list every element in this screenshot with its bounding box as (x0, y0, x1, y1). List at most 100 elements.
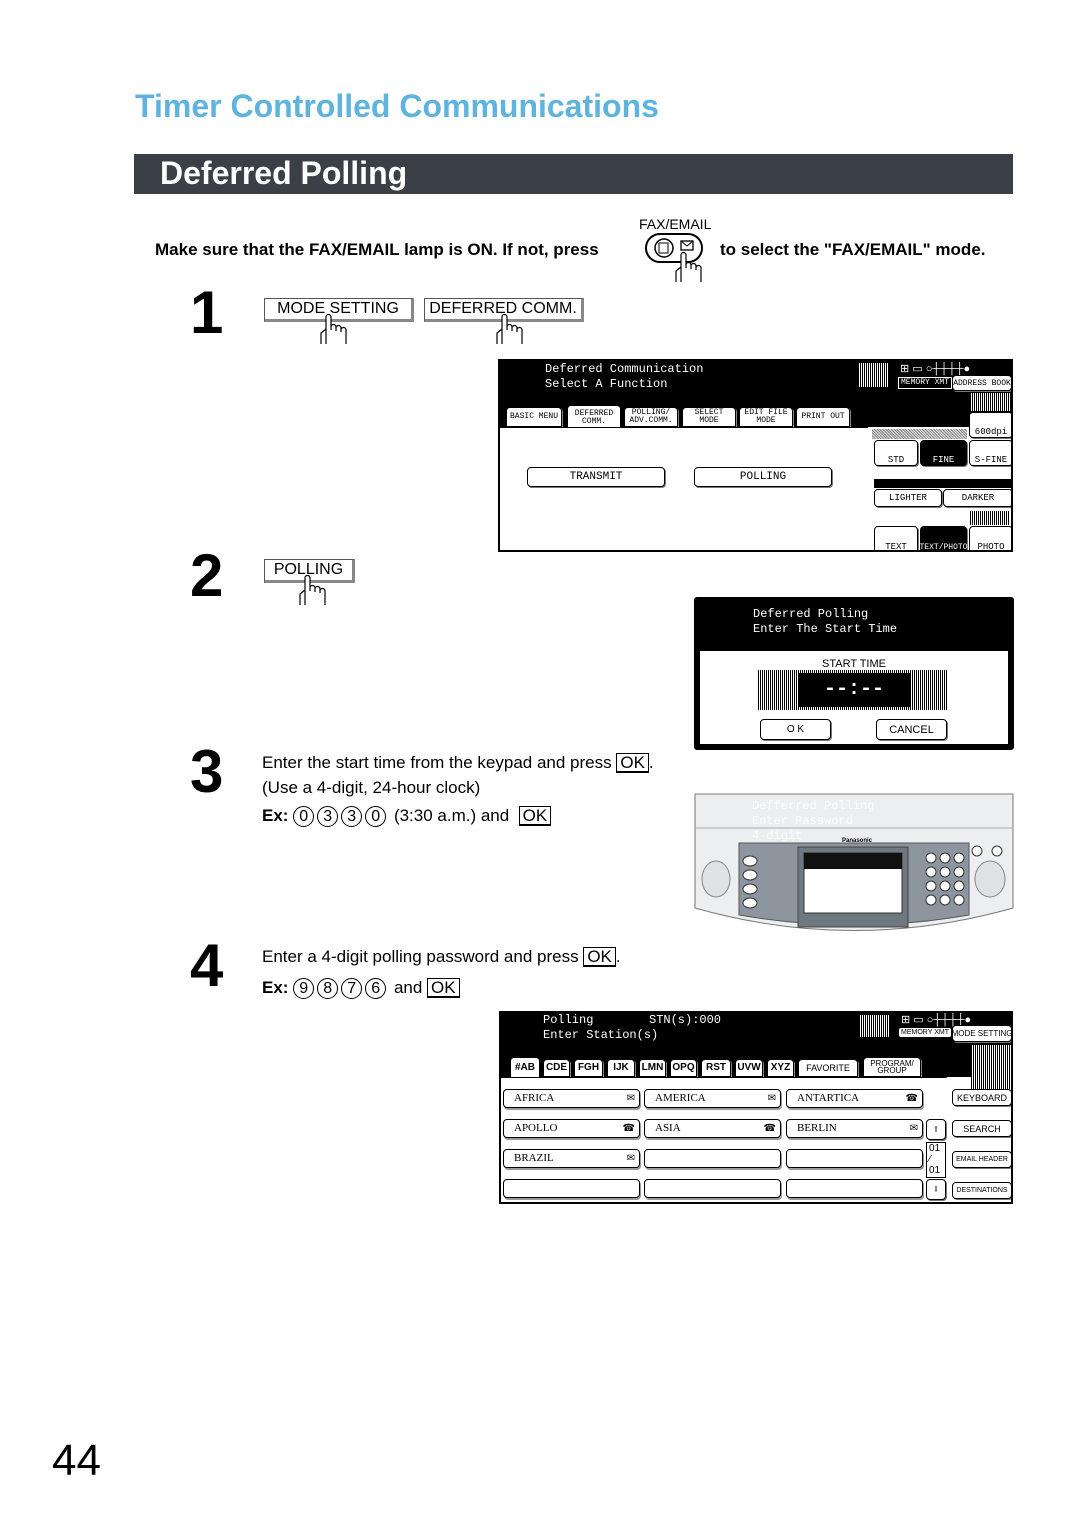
destinations-button[interactable]: DESTINATIONS (952, 1182, 1011, 1199)
screen-message: Deferred Communication (545, 362, 704, 376)
digit-key: 6 (365, 978, 387, 999)
tab-basic-menu[interactable]: BASIC MENU (506, 407, 562, 427)
intro-text-after: to select the "FAX/EMAIL" mode. (720, 240, 986, 259)
contrast-slider[interactable] (874, 479, 1011, 488)
ok-key: OK (616, 753, 649, 773)
status-icons: ⊞ ▭ ○┼┼┼┼● (900, 363, 971, 375)
station-entry[interactable] (644, 1179, 781, 1198)
ok-key: OK (427, 978, 460, 998)
step-number: 1 (190, 279, 224, 346)
tab-print-out[interactable]: PRINT OUT (796, 407, 850, 427)
memory-xmt-indicator: MEMORY XMT (899, 1028, 951, 1037)
std-button[interactable]: STD (874, 440, 918, 466)
start-time-display[interactable]: --:-- (798, 673, 910, 707)
phone-icon: ☎ (905, 1093, 918, 1104)
station-entry[interactable]: APOLLO ☎ (503, 1119, 640, 1138)
keyboard-button[interactable]: KEYBOARD (952, 1089, 1011, 1106)
station-entry[interactable]: ANTARTICA ☎ (786, 1089, 923, 1108)
tab-lmn[interactable]: LMN (639, 1059, 666, 1077)
tab-ab[interactable]: #AB (510, 1057, 540, 1078)
page-title-bar: Deferred Polling (134, 154, 1013, 194)
email-header-button[interactable]: EMAIL HEADER (952, 1151, 1011, 1168)
phone-icon: ☎ (763, 1123, 776, 1134)
photo-button[interactable]: PHOTO (969, 526, 1011, 550)
digit-key: 3 (341, 806, 363, 827)
pointing-hand-icon (675, 252, 702, 282)
ex-label: Ex: (262, 978, 289, 997)
text-photo-button[interactable]: TEXT/PHOTO (920, 526, 968, 550)
tab-rst[interactable]: RST (701, 1059, 731, 1077)
station-entry[interactable]: AFRICA ✉ (503, 1089, 640, 1108)
station-entry[interactable] (786, 1179, 923, 1198)
screen-message: Deferred Polling (753, 607, 869, 621)
station-entry[interactable] (503, 1179, 640, 1198)
tab-edit-file-mode[interactable]: EDIT FILE MODE (739, 407, 793, 427)
lighter-button[interactable]: LIGHTER (874, 489, 942, 507)
tab-xyz[interactable]: XYZ (767, 1059, 794, 1077)
overlay-text: Defferred Polling (752, 799, 875, 813)
digit-key: 9 (293, 978, 315, 999)
instruction-text: Enter a 4-digit polling password and pre… (262, 947, 579, 966)
arrow-down-icon: ⬇ (932, 1183, 940, 1197)
pointing-hand-icon (299, 575, 326, 605)
address-book-button[interactable]: ADDRESS BOOK (952, 375, 1011, 391)
ok-key: OK (518, 806, 552, 826)
ex-note: (3:30 a.m.) and (393, 806, 510, 825)
text-button[interactable]: TEXT (874, 526, 918, 550)
control-panel-drawing (694, 793, 1014, 931)
page-title: Deferred Polling (160, 155, 408, 191)
station-count: STN(s):000 (649, 1013, 722, 1027)
station-entry[interactable] (644, 1149, 781, 1168)
station-entry[interactable]: BERLIN ✉ (786, 1119, 923, 1138)
tab-fgh[interactable]: FGH (574, 1059, 603, 1077)
search-button[interactable]: SEARCH (952, 1120, 1011, 1137)
ex-and: and (393, 978, 423, 997)
digit-key: 0 (365, 806, 387, 827)
tab-ijk[interactable]: IJK (607, 1059, 635, 1077)
digit-key: 0 (293, 806, 315, 827)
overlay-text: 4-digit (752, 829, 803, 843)
cancel-button[interactable]: CANCEL (876, 719, 947, 740)
phone-icon: ☎ (622, 1123, 635, 1134)
s-fine-button[interactable]: S-FINE (969, 440, 1011, 466)
scroll-up-button[interactable]: ⬆ (926, 1119, 946, 1140)
step3-note: (Use a 4-digit, 24-hour clock) (262, 778, 481, 797)
station-entry[interactable]: ASIA ☎ (644, 1119, 781, 1138)
tab-cde[interactable]: CDE (543, 1059, 570, 1077)
tab-opq[interactable]: OPQ (670, 1059, 697, 1077)
mode-setting-button[interactable]: MODE SETTING (952, 1025, 1011, 1042)
ok-button[interactable]: O K (760, 719, 831, 740)
600dpi-button[interactable]: 600dpi (969, 412, 1011, 438)
function-panel (500, 427, 868, 550)
tab-deferred-comm[interactable]: DEFERRED COMM. (567, 405, 621, 429)
tab-select-mode[interactable]: SELECT MODE (682, 407, 736, 427)
scroll-down-button[interactable]: ⬇ (926, 1179, 946, 1200)
step-number: 3 (190, 738, 224, 805)
tab-program-group[interactable]: PROGRAM/ GROUP (863, 1057, 921, 1077)
period: . (615, 947, 621, 966)
email-icon: ✉ (909, 1123, 918, 1134)
darker-button[interactable]: DARKER (943, 489, 1011, 507)
fine-button[interactable]: FINE (920, 440, 967, 466)
tab-favorite[interactable]: FAVORITE (798, 1059, 858, 1077)
control-panel-illustration: Panasonic Defferred Polling Enter Passwo… (694, 793, 1014, 941)
memory-xmt-indicator: MEMORY XMT (898, 377, 953, 389)
polling-station-screen: Polling STN(s):000 Enter Station(s) ⊞ ▭ … (499, 1011, 1013, 1204)
period: . (648, 753, 654, 772)
tab-uvw[interactable]: UVW (735, 1059, 763, 1077)
station-entry[interactable] (786, 1149, 923, 1168)
overlay-text: Enter Password (752, 814, 853, 828)
screen-message: Polling (543, 1013, 594, 1027)
page-number: 44 (52, 1436, 101, 1485)
transmit-button[interactable]: TRANSMIT (527, 467, 665, 487)
instruction-text: Enter the start time from the keypad and… (262, 753, 612, 772)
station-entry[interactable]: BRAZIL ✉ (503, 1149, 640, 1168)
step-number: 2 (190, 542, 224, 609)
polling-button[interactable]: POLLING (694, 467, 832, 487)
ok-key: OK (583, 947, 616, 967)
station-entry[interactable]: AMERICA ✉ (644, 1089, 781, 1108)
tab-polling-adv-comm[interactable]: POLLING/ ADV.COMM. (624, 407, 678, 427)
email-icon: ✉ (767, 1093, 776, 1104)
arrow-up-icon: ⬆ (932, 1123, 940, 1137)
step4-example: Ex: 9876 and OK (262, 978, 460, 999)
